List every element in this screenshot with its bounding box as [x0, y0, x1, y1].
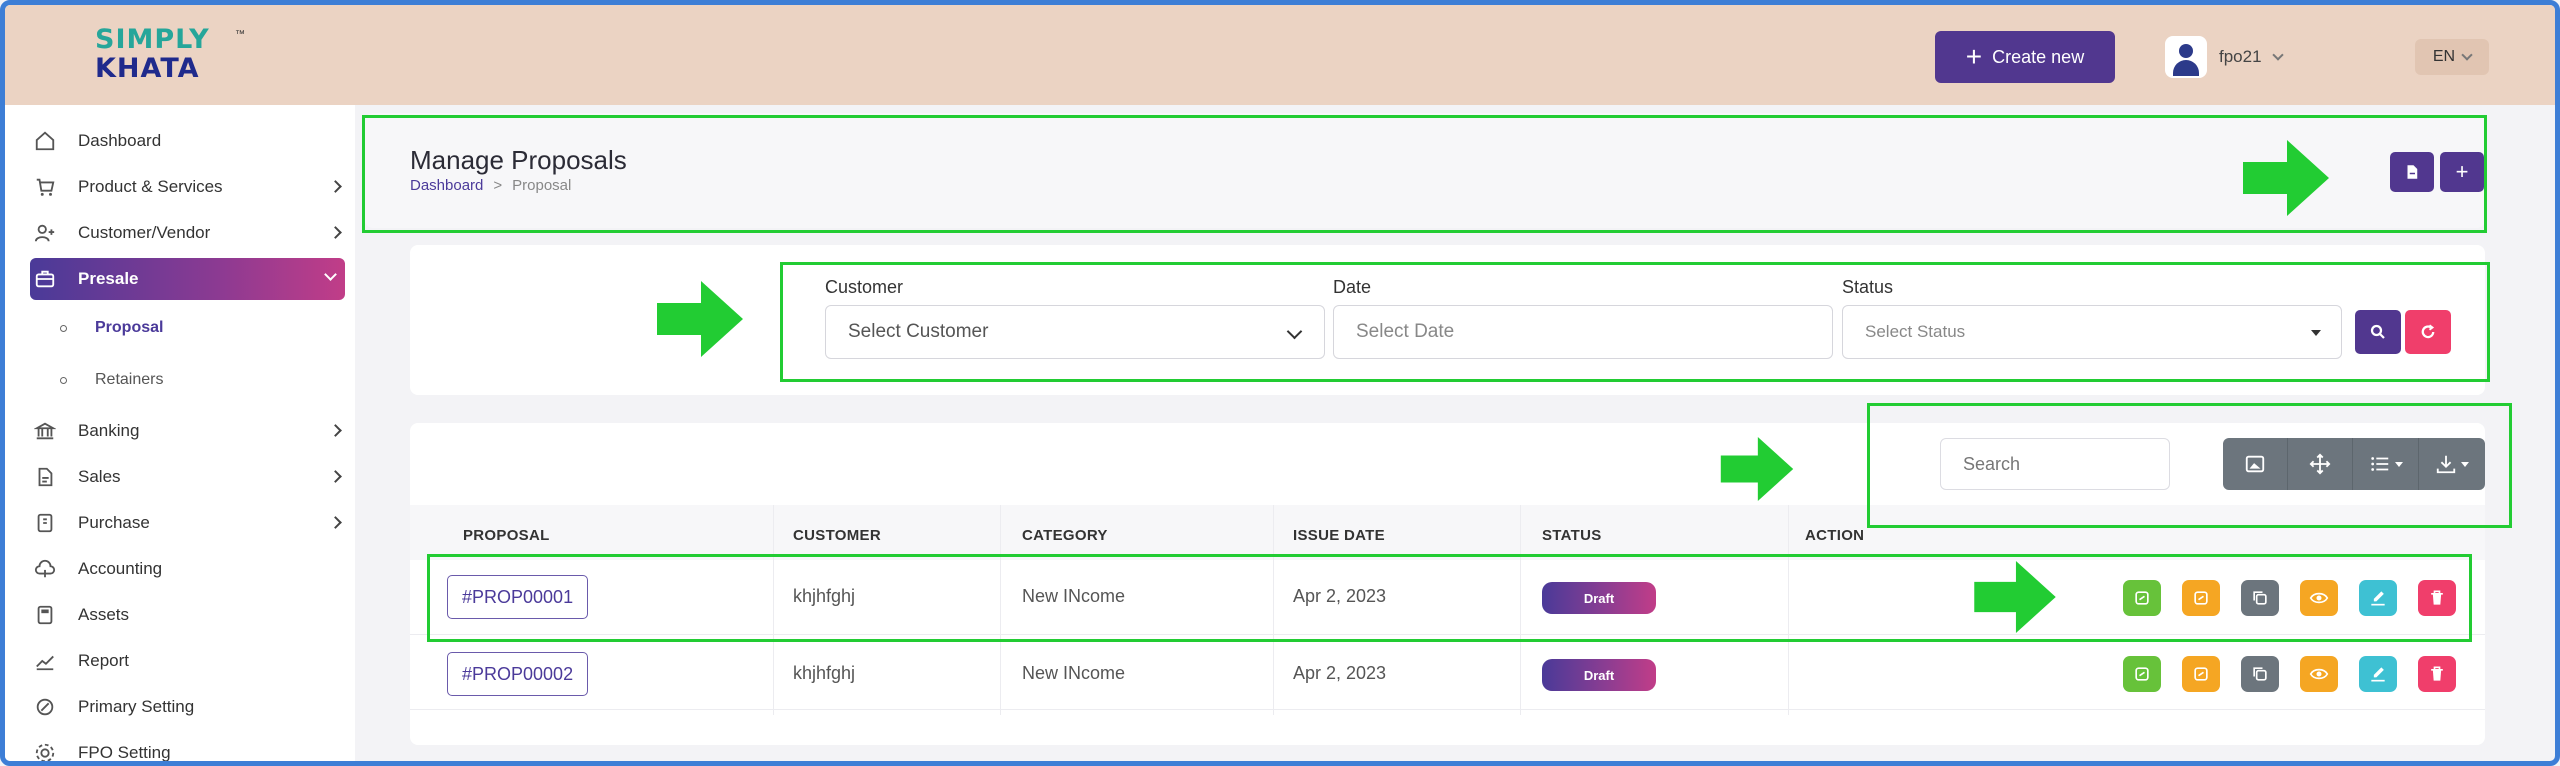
column-header-category[interactable]: CATEGORY [1022, 527, 1108, 544]
arrow-right-icon [657, 281, 743, 357]
cloud-icon [30, 557, 60, 581]
sidebar-item-accounting[interactable]: Accounting [30, 549, 350, 589]
chart-icon [30, 649, 60, 673]
create-new-label: Create new [1992, 46, 2085, 67]
edit-button[interactable] [2359, 656, 2397, 692]
user-menu[interactable]: fpo21 [2165, 35, 2284, 79]
settings-icon [30, 695, 60, 719]
view-button[interactable] [2300, 656, 2338, 692]
arrow-right-icon [1974, 561, 2056, 633]
sidebar-item-label: Report [78, 651, 130, 670]
sidebar-item-label: Banking [78, 421, 140, 440]
chevron-down-icon [2271, 49, 2284, 61]
sidebar-subitem-proposal[interactable]: Proposal [60, 310, 163, 346]
delete-button[interactable] [2418, 656, 2456, 692]
sidebar-subitem-retainers[interactable]: Retainers [60, 362, 163, 398]
user-plus-icon [30, 221, 60, 245]
gear-icon [30, 741, 60, 761]
chevron-right-icon [329, 470, 342, 483]
sidebar-item-purchase[interactable]: Purchase [30, 503, 350, 543]
annotation-box-title [362, 115, 2487, 233]
column-header-action: ACTION [1805, 527, 1865, 544]
briefcase-icon [30, 267, 60, 291]
language-label: EN [2432, 48, 2456, 65]
logo-line-1: SIMPLY [95, 24, 210, 55]
column-header-issue-date[interactable]: ISSUE DATE [1293, 527, 1385, 544]
sidebar-item-label: Purchase [78, 513, 150, 532]
calculator-icon [30, 603, 60, 627]
home-icon [30, 129, 60, 153]
sidebar-item-label: Product & Services [78, 177, 223, 196]
wallet-icon [30, 511, 60, 535]
chevron-right-icon [329, 516, 342, 529]
bullet-icon [60, 324, 67, 332]
sidebar-item-banking[interactable]: Banking [30, 411, 350, 451]
sidebar-item-label: FPO Setting [78, 743, 171, 762]
cart-icon [30, 175, 60, 199]
sidebar-item-report[interactable]: Report [30, 641, 350, 681]
bullet-icon [60, 376, 67, 384]
sidebar-item-label: Dashboard [78, 131, 162, 150]
sidebar-item-label: Presale [78, 269, 139, 288]
file-icon [30, 465, 60, 489]
issue-date-cell: Apr 2, 2023 [1293, 663, 1387, 683]
sidebar-item-label: Accounting [78, 559, 163, 578]
chevron-right-icon [329, 226, 342, 239]
sidebar-item-primary-setting[interactable]: Primary Setting [30, 687, 350, 727]
convert-button[interactable] [2123, 656, 2161, 692]
logo-line-2: KHATA [95, 53, 200, 84]
top-header: SIMPLY KHATA ™ + Create new fpo21 EN [5, 5, 2555, 105]
arrow-right-icon [1720, 437, 1794, 501]
language-select[interactable]: EN [2415, 39, 2489, 75]
sidebar-item-label: Customer/Vendor [78, 223, 211, 242]
chevron-right-icon [329, 180, 342, 193]
user-name: fpo21 [2219, 47, 2262, 66]
convert-icon [2135, 667, 2149, 681]
annotation-box-toolbar [1867, 403, 2512, 528]
trash-icon [2431, 666, 2443, 681]
chevron-down-icon [324, 268, 337, 281]
arrow-right-icon [2243, 140, 2329, 216]
sidebar-item-product-services[interactable]: Product & Services [30, 167, 350, 207]
sidebar-item-label: Primary Setting [78, 697, 195, 716]
annotation-box-row [427, 554, 2472, 642]
sidebar-item-customer-vendor[interactable]: Customer/Vendor [30, 213, 350, 253]
duplicate-button[interactable] [2182, 656, 2220, 692]
bank-icon [30, 419, 60, 443]
column-header-status[interactable]: STATUS [1542, 527, 1602, 544]
column-header-proposal[interactable]: PROPOSAL [463, 527, 550, 544]
customer-cell: khjhfghj [793, 663, 856, 683]
annotation-box-filters [780, 262, 2490, 382]
proposal-id-link[interactable]: #PROP00002 [447, 652, 589, 696]
sidebar-item-fpo-setting[interactable]: FPO Setting [30, 733, 350, 762]
chevron-right-icon [329, 424, 342, 437]
app-window: SIMPLY KHATA ™ + Create new fpo21 EN Das… [0, 0, 2560, 766]
plus-icon: + [1965, 41, 1983, 72]
logo-trademark: ™ [235, 29, 245, 40]
table-row [410, 635, 2485, 710]
copy-button[interactable] [2241, 656, 2279, 692]
duplicate-icon [2194, 667, 2208, 681]
sidebar-item-label: Assets [78, 605, 130, 624]
sidebar-item-sales[interactable]: Sales [30, 457, 350, 497]
logo[interactable]: SIMPLY KHATA ™ [95, 25, 255, 87]
sidebar-item-assets[interactable]: Assets [30, 595, 350, 635]
eye-icon [2309, 668, 2329, 680]
status-badge: Draft [1542, 659, 1656, 691]
sidebar-item-label: Retainers [95, 371, 164, 388]
column-header-customer[interactable]: CUSTOMER [793, 527, 881, 544]
chevron-down-icon [2461, 49, 2473, 61]
avatar [2165, 36, 2207, 78]
sidebar-item-dashboard[interactable]: Dashboard [30, 121, 350, 161]
sidebar-item-label: Sales [78, 467, 121, 486]
sidebar-item-presale[interactable]: Presale [30, 258, 345, 300]
category-cell: New INcome [1022, 663, 1126, 683]
create-new-button[interactable]: + Create new [1935, 31, 2115, 83]
copy-icon [2253, 667, 2267, 681]
edit-icon [2371, 667, 2385, 682]
sidebar: Dashboard Product & Services Customer/Ve… [5, 105, 355, 762]
sidebar-item-label: Proposal [95, 319, 164, 336]
